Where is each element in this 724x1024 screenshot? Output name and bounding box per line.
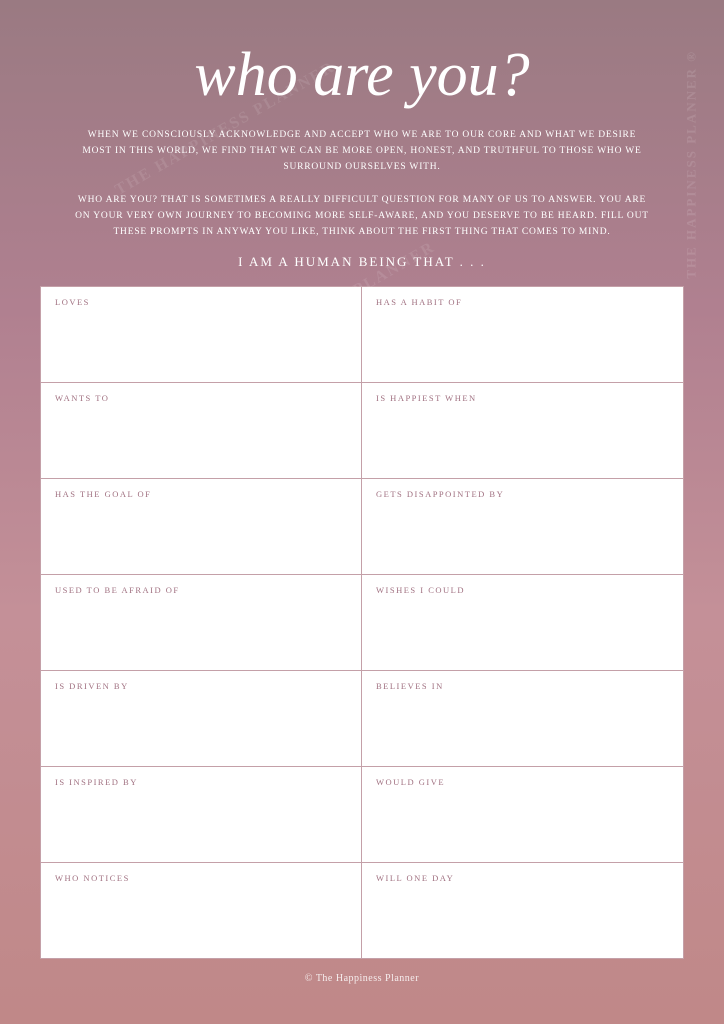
cell-content-would-give — [376, 793, 669, 854]
grid-container: LOVES HAS A HABIT OF WANTS TO IS HAPPIES… — [40, 286, 684, 959]
subtitle1: WHEN WE CONSCIOUSLY ACKNOWLEDGE AND ACCE… — [72, 127, 652, 175]
cell-wishes-could[interactable]: WISHES I COULD — [362, 575, 683, 670]
grid-row: IS INSPIRED BY WOULD GIVE — [41, 767, 683, 863]
cell-has-goal[interactable]: HAS THE GOAL OF — [41, 479, 362, 574]
footer: © The Happiness Planner — [305, 973, 419, 984]
cell-label-inspired-by: IS INSPIRED BY — [55, 777, 138, 787]
grid-row: LOVES HAS A HABIT OF — [41, 287, 683, 383]
cell-content-has-habit — [376, 313, 669, 374]
cell-label-happiest-when: IS HAPPIEST WHEN — [376, 393, 477, 403]
grid-row: WANTS TO IS HAPPIEST WHEN — [41, 383, 683, 479]
cell-believes-in[interactable]: BELIEVES IN — [362, 671, 683, 766]
page-title: who are you? — [194, 40, 529, 111]
cell-label-has-habit: HAS A HABIT OF — [376, 297, 462, 307]
cell-content-will-one-day — [376, 889, 669, 950]
grid: LOVES HAS A HABIT OF WANTS TO IS HAPPIES… — [41, 287, 683, 958]
cell-content-wants-to — [55, 409, 347, 470]
cell-content-used-to-be-afraid — [55, 601, 347, 662]
cell-label-used-to-be-afraid: USED TO BE AFRAID OF — [55, 585, 180, 595]
cell-used-to-be-afraid[interactable]: USED TO BE AFRAID OF — [41, 575, 362, 670]
cell-label-driven-by: IS DRIVEN BY — [55, 681, 129, 691]
cell-content-believes-in — [376, 697, 669, 758]
subtitle-block: WHEN WE CONSCIOUSLY ACKNOWLEDGE AND ACCE… — [72, 127, 652, 240]
cell-content-gets-disappointed — [376, 505, 669, 566]
cell-label-wants-to: WANTS TO — [55, 393, 109, 403]
cell-loves[interactable]: LOVES — [41, 287, 362, 382]
cell-label-believes-in: BELIEVES IN — [376, 681, 444, 691]
cell-gets-disappointed[interactable]: GETS DISAPPOINTED BY — [362, 479, 683, 574]
grid-row: WHO NOTICES WILL ONE DAY — [41, 863, 683, 958]
grid-row: USED TO BE AFRAID OF WISHES I COULD — [41, 575, 683, 671]
cell-label-wishes-could: WISHES I COULD — [376, 585, 465, 595]
cell-content-loves — [55, 313, 347, 374]
cell-who-notices[interactable]: WHO NOTICES — [41, 863, 362, 958]
cell-label-loves: LOVES — [55, 297, 90, 307]
cell-will-one-day[interactable]: WILL ONE DAY — [362, 863, 683, 958]
cell-wants-to[interactable]: WANTS TO — [41, 383, 362, 478]
grid-row: HAS THE GOAL OF GETS DISAPPOINTED BY — [41, 479, 683, 575]
cell-content-wishes-could — [376, 601, 669, 662]
section-label: I AM A HUMAN BEING THAT . . . — [238, 254, 486, 270]
cell-content-happiest-when — [376, 409, 669, 470]
cell-content-has-goal — [55, 505, 347, 566]
cell-label-has-goal: HAS THE GOAL OF — [55, 489, 151, 499]
cell-label-gets-disappointed: GETS DISAPPOINTED BY — [376, 489, 504, 499]
cell-happiest-when[interactable]: IS HAPPIEST WHEN — [362, 383, 683, 478]
grid-row: IS DRIVEN BY BELIEVES IN — [41, 671, 683, 767]
cell-content-who-notices — [55, 889, 347, 950]
cell-inspired-by[interactable]: IS INSPIRED BY — [41, 767, 362, 862]
cell-label-who-notices: WHO NOTICES — [55, 873, 130, 883]
cell-driven-by[interactable]: IS DRIVEN BY — [41, 671, 362, 766]
subtitle2: WHO ARE YOU? THAT IS SOMETIMES A REALLY … — [72, 192, 652, 240]
cell-would-give[interactable]: WOULD GIVE — [362, 767, 683, 862]
cell-content-inspired-by — [55, 793, 347, 854]
cell-has-habit[interactable]: HAS A HABIT OF — [362, 287, 683, 382]
cell-label-would-give: WOULD GIVE — [376, 777, 445, 787]
cell-label-will-one-day: WILL ONE DAY — [376, 873, 454, 883]
cell-content-driven-by — [55, 697, 347, 758]
